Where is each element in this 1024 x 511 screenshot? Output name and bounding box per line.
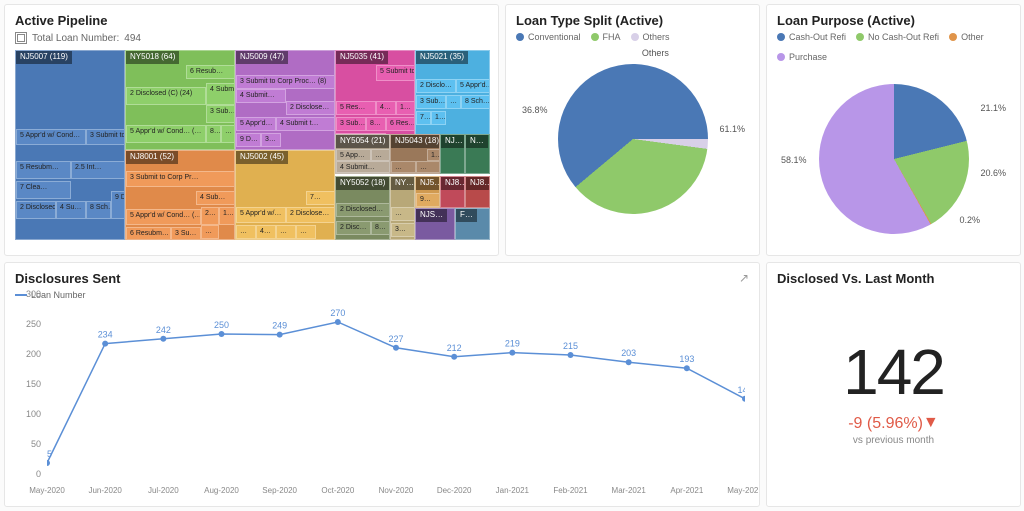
treemap-cell-F[interactable]: F… (455, 208, 490, 240)
svg-text:270: 270 (330, 308, 345, 318)
kpi-value: 142 (843, 335, 944, 409)
svg-text:142: 142 (738, 385, 745, 395)
svg-text:227: 227 (389, 334, 404, 344)
disclosures-legend: Loan Number (15, 290, 749, 300)
treemap-cell-NJdots[interactable]: NJ… (440, 134, 465, 174)
loan-purpose-legend: Cash-Out Refi No Cash-Out Refi Other Pur… (777, 32, 1010, 62)
kpi-title: Disclosed Vs. Last Month (777, 271, 1010, 286)
loan-type-panel: Loan Type Split (Active) Conventional FH… (505, 4, 760, 256)
svg-text:234: 234 (98, 330, 113, 340)
svg-text:215: 215 (563, 341, 578, 351)
pipeline-treemap[interactable]: NJ5007 (119)5 Appr'd w/ Cond…3 Submit to… (15, 50, 488, 240)
kpi-sub: vs previous month (853, 435, 934, 446)
treemap-cell-NJdots2[interactable]: N… (465, 134, 490, 174)
treemap-cell-NJ5007[interactable]: NJ5007 (119)5 Appr'd w/ Cond…3 Submit to… (15, 50, 125, 240)
treemap-cell-NY5018[interactable]: NY5018 (64)6 Resub…2 Disclosed (C) (24)4… (125, 50, 235, 150)
treemap-cell-NJ5[interactable]: NJ5…9… (415, 176, 440, 208)
treemap-cell-NY5052[interactable]: NY5052 (18)2 Disclosed…2 Disc…8… (335, 176, 390, 240)
svg-text:249: 249 (272, 321, 287, 331)
kpi-delta: -9 (5.96%)▼ (848, 415, 939, 433)
disclosures-title: Disclosures Sent (15, 271, 749, 286)
active-pipeline-panel: Active Pipeline Total Loan Number: 494 N… (4, 4, 499, 256)
loan-purpose-title: Loan Purpose (Active) (777, 13, 1010, 28)
treemap-cell-NY[interactable]: NY……3… (390, 176, 415, 240)
treemap-cell-NJ5043[interactable]: NJ5043 (18)1……… (390, 134, 440, 174)
treemap-cell-NJ8[interactable]: NJ8… (440, 176, 465, 208)
treemap-cell-NJ8b[interactable]: NJ8… (465, 176, 490, 208)
treemap-cell-NJ8001[interactable]: NJ8001 (52)3 Submit to Corp Pr…4 Sub…5 A… (125, 150, 235, 240)
kpi-panel: Disclosed Vs. Last Month 142 -9 (5.96%)▼… (766, 262, 1021, 507)
svg-text:203: 203 (621, 348, 636, 358)
disclosures-panel: Disclosures Sent ↗ Loan Number 050100150… (4, 262, 760, 507)
expand-icon[interactable]: ↗ (739, 271, 749, 285)
loan-type-title: Loan Type Split (Active) (516, 13, 749, 28)
svg-text:35: 35 (47, 449, 52, 459)
treemap-cell-NY5054[interactable]: NY5054 (21)5 App……4 Submit… (335, 134, 390, 174)
treemap-cell-NJ5009[interactable]: NJ5009 (47)3 Submit to Corp Proc… (8)4 S… (235, 50, 335, 150)
svg-text:250: 250 (214, 320, 229, 330)
pipeline-title: Active Pipeline (15, 13, 488, 28)
svg-text:219: 219 (505, 339, 520, 349)
svg-text:242: 242 (156, 325, 171, 335)
svg-text:212: 212 (447, 343, 462, 353)
svg-text:193: 193 (679, 354, 694, 364)
loan-purpose-pie[interactable]: 21.1% 20.6% 0.2% 58.1% (777, 66, 1010, 251)
treemap-cell-NJ5002[interactable]: NJ5002 (45)7…5 Appr'd w/…2 Disclose……4……… (235, 150, 335, 240)
loan-type-legend: Conventional FHA Others (516, 32, 749, 42)
triangle-down-icon: ▼ (923, 414, 939, 432)
pipeline-subtitle: Total Loan Number: 494 (15, 32, 488, 44)
disclosures-line-chart[interactable]: 050100150200250300 352342422502492702272… (15, 304, 749, 504)
treemap-cell-NJSdots[interactable]: NJS… (415, 208, 455, 240)
loan-type-pie[interactable]: 61.1% 36.8% Others (516, 46, 749, 231)
grid-icon (15, 32, 27, 44)
loan-purpose-panel: Loan Purpose (Active) Cash-Out Refi No C… (766, 4, 1021, 256)
